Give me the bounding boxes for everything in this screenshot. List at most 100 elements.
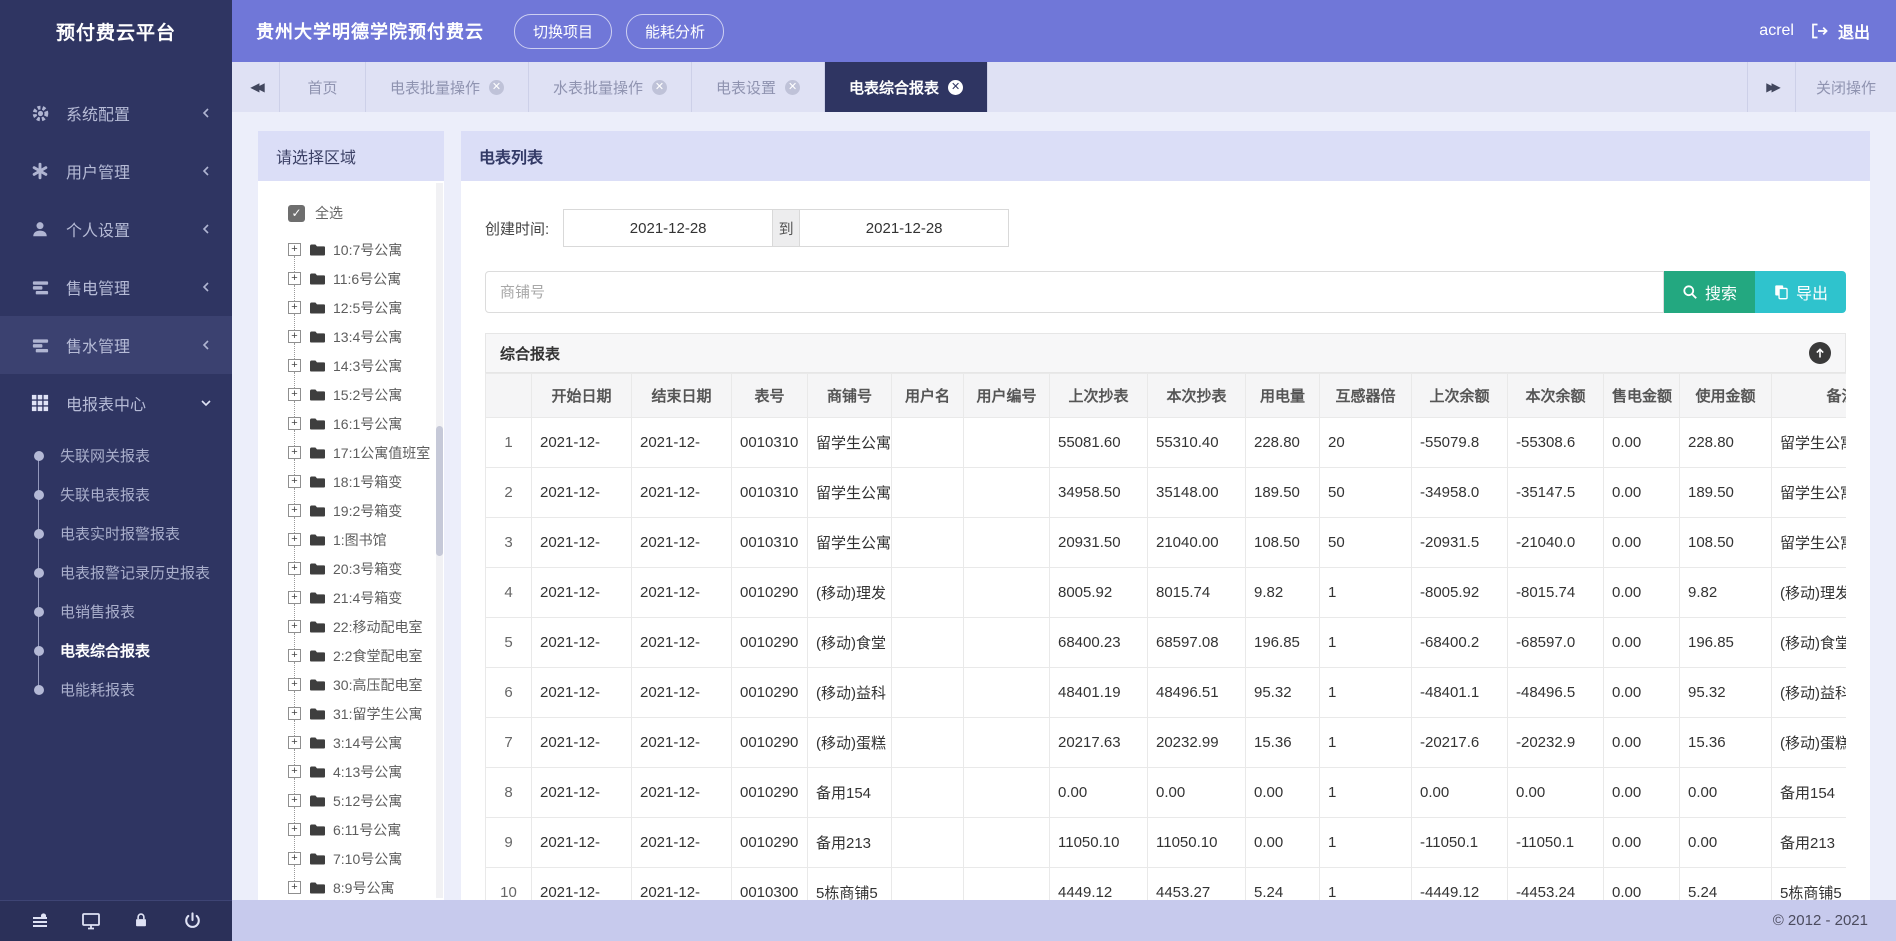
submenu-item[interactable]: 电表实时报警报表 (0, 514, 232, 553)
expand-icon[interactable]: + (288, 359, 301, 372)
tree-node[interactable]: +2:2食堂配电室 (276, 641, 436, 670)
tree-node[interactable]: +8:9号公寓 (276, 873, 436, 900)
tree-node[interactable]: +18:1号箱变 (276, 467, 436, 496)
expand-icon[interactable]: + (288, 620, 301, 633)
start-date-input[interactable] (563, 209, 773, 247)
submenu-item[interactable]: 电表综合报表 (0, 631, 232, 670)
close-operations-menu[interactable]: 关闭操作 (1795, 62, 1896, 112)
back-to-top-icon[interactable] (1809, 342, 1831, 364)
lock-icon[interactable] (132, 911, 152, 931)
expand-icon[interactable]: + (288, 388, 301, 401)
end-date-input[interactable] (799, 209, 1009, 247)
sidebar-item[interactable]: 售水管理 (0, 316, 232, 374)
expand-icon[interactable]: + (288, 417, 301, 430)
table-row[interactable]: 42021-12-2021-12-0010290(移动)理发8005.92801… (486, 568, 1847, 618)
table-cell: 2021-12- (532, 868, 632, 901)
submenu-item[interactable]: 电销售报表 (0, 592, 232, 631)
expand-icon[interactable]: + (288, 446, 301, 459)
expand-icon[interactable]: + (288, 649, 301, 662)
table-row[interactable]: 92021-12-2021-12-0010290备用21311050.10110… (486, 818, 1847, 868)
power-icon[interactable] (183, 911, 203, 931)
expand-icon[interactable]: + (288, 504, 301, 517)
tree-node[interactable]: +4:13号公寓 (276, 757, 436, 786)
submenu-item[interactable]: 失联电表报表 (0, 475, 232, 514)
tab[interactable]: 电表设置✕ (692, 62, 825, 112)
tab[interactable]: 电表批量操作✕ (366, 62, 529, 112)
energy-analysis-button[interactable]: 能耗分析 (626, 14, 724, 49)
table-row[interactable]: 52021-12-2021-12-0010290(移动)食堂68400.2368… (486, 618, 1847, 668)
expand-icon[interactable]: + (288, 301, 301, 314)
select-all-row[interactable]: ✓ 全选 (288, 201, 436, 225)
tree-node[interactable]: +30:高压配电室 (276, 670, 436, 699)
sidebar-item[interactable]: 个人设置 (0, 200, 232, 258)
tree-node[interactable]: +15:2号公寓 (276, 380, 436, 409)
expand-icon[interactable]: + (288, 330, 301, 343)
select-all-checkbox[interactable]: ✓ (288, 205, 305, 222)
tree-node[interactable]: +10:7号公寓 (276, 235, 436, 264)
table-row[interactable]: 22021-12-2021-12-0010310留学生公寓34958.50351… (486, 468, 1847, 518)
expand-icon[interactable]: + (288, 881, 301, 894)
tree-node[interactable]: +16:1号公寓 (276, 409, 436, 438)
tree-node[interactable]: +11:6号公寓 (276, 264, 436, 293)
export-button[interactable]: 导出 (1755, 271, 1846, 313)
expand-icon[interactable]: + (288, 243, 301, 256)
tree-node[interactable]: +19:2号箱变 (276, 496, 436, 525)
expand-icon[interactable]: + (288, 736, 301, 749)
search-button[interactable]: 搜索 (1664, 271, 1755, 313)
expand-icon[interactable]: + (288, 562, 301, 575)
sidebar-item[interactable]: 用户管理 (0, 142, 232, 200)
close-icon[interactable]: ✕ (785, 80, 800, 95)
expand-icon[interactable]: + (288, 823, 301, 836)
tree-node[interactable]: +7:10号公寓 (276, 844, 436, 873)
expand-icon[interactable]: + (288, 765, 301, 778)
table-row[interactable]: 102021-12-2021-12-00103005栋商铺54449.12445… (486, 868, 1847, 901)
table-row[interactable]: 62021-12-2021-12-0010290(移动)益科48401.1948… (486, 668, 1847, 718)
expand-icon[interactable]: + (288, 272, 301, 285)
expand-icon[interactable]: + (288, 591, 301, 604)
close-icon[interactable]: ✕ (652, 80, 667, 95)
expand-icon[interactable]: + (288, 533, 301, 546)
tab[interactable]: 水表批量操作✕ (529, 62, 692, 112)
sidebar-item[interactable]: 电报表中心 (0, 374, 232, 432)
expand-icon[interactable]: + (288, 475, 301, 488)
close-icon[interactable]: ✕ (489, 80, 504, 95)
tree-node[interactable]: +6:11号公寓 (276, 815, 436, 844)
tree-node[interactable]: +14:3号公寓 (276, 351, 436, 380)
sidebar-item[interactable]: 售电管理 (0, 258, 232, 316)
close-icon[interactable]: ✕ (948, 80, 963, 95)
tree-node[interactable]: +20:3号箱变 (276, 554, 436, 583)
table-row[interactable]: 72021-12-2021-12-0010290(移动)蛋糕20217.6320… (486, 718, 1847, 768)
table-row[interactable]: 32021-12-2021-12-0010310留学生公寓20931.50210… (486, 518, 1847, 568)
shop-number-search-input[interactable] (485, 271, 1664, 313)
submenu-item[interactable]: 电能耗报表 (0, 670, 232, 709)
tree-node[interactable]: +17:1公寓值班室 (276, 438, 436, 467)
logout-icon[interactable] (1810, 22, 1828, 40)
expand-icon[interactable]: + (288, 707, 301, 720)
tab[interactable]: 首页 (280, 62, 366, 112)
tree-scrollbar[interactable] (436, 183, 443, 898)
submenu-item[interactable]: 电表报警记录历史报表 (0, 553, 232, 592)
logout-button[interactable]: 退出 (1838, 19, 1870, 43)
switch-project-button[interactable]: 切换项目 (514, 14, 612, 49)
sidebar-item[interactable]: 系统配置 (0, 84, 232, 142)
tab[interactable]: 电表综合报表✕ (825, 62, 988, 112)
tree-node[interactable]: +22:移动配电室 (276, 612, 436, 641)
expand-icon[interactable]: + (288, 678, 301, 691)
tree-node[interactable]: +21:4号箱变 (276, 583, 436, 612)
table-row[interactable]: 12021-12-2021-12-0010310留学生公寓55081.60553… (486, 418, 1847, 468)
scroll-tabs-right-button[interactable]: ▶▶ (1747, 62, 1795, 112)
tree-node[interactable]: +3:14号公寓 (276, 728, 436, 757)
table-row[interactable]: 82021-12-2021-12-0010290备用1540.000.000.0… (486, 768, 1847, 818)
menu-icon[interactable] (30, 911, 50, 931)
expand-icon[interactable]: + (288, 794, 301, 807)
tree-scrollbar-thumb[interactable] (436, 426, 443, 556)
expand-icon[interactable]: + (288, 852, 301, 865)
tree-node[interactable]: +12:5号公寓 (276, 293, 436, 322)
tree-node[interactable]: +1:图书馆 (276, 525, 436, 554)
monitor-icon[interactable] (81, 911, 101, 931)
tree-node[interactable]: +5:12号公寓 (276, 786, 436, 815)
tree-node[interactable]: +13:4号公寓 (276, 322, 436, 351)
submenu-item[interactable]: 失联网关报表 (0, 436, 232, 475)
tree-node[interactable]: +31:留学生公寓 (276, 699, 436, 728)
scroll-tabs-left-button[interactable]: ◀◀ (232, 62, 280, 112)
